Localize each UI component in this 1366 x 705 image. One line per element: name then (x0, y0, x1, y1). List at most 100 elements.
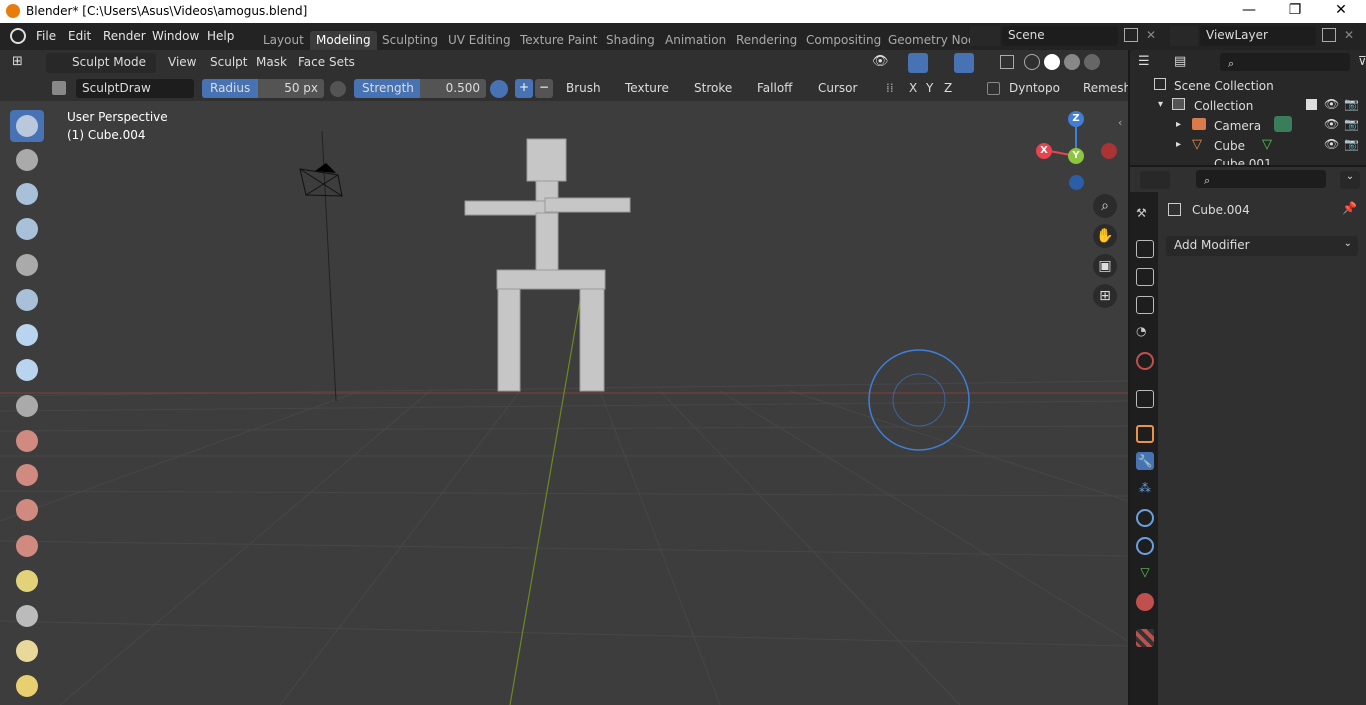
zoom-icon[interactable]: ⌕ (1093, 194, 1117, 218)
strength-pressure-icon[interactable] (490, 80, 508, 98)
scene-properties-icon[interactable]: ◔ (1136, 324, 1154, 342)
symmetry-icon[interactable]: ⁞⁞ (886, 81, 894, 95)
tab-sculpting[interactable]: Sculpting (376, 31, 444, 50)
remesh-dropdown[interactable]: Remesh (1083, 81, 1131, 95)
properties-search[interactable]: ⌕ (1196, 170, 1326, 188)
menu-file[interactable]: File (36, 29, 56, 43)
add-direction-button[interactable]: + (515, 79, 533, 98)
symmetry-y-toggle[interactable]: Y (926, 81, 933, 95)
visibility-icon[interactable]: 👁 (872, 54, 902, 72)
menu-view[interactable]: View (168, 55, 196, 69)
tool-properties-icon[interactable]: ⚒ (1136, 206, 1154, 224)
menu-mask[interactable]: Mask (256, 55, 287, 69)
tab-shading[interactable]: Shading (600, 31, 661, 50)
physics-properties-icon[interactable] (1136, 509, 1154, 527)
tool-crease[interactable] (10, 390, 44, 422)
tool-draw-sharp[interactable] (10, 144, 44, 176)
mode-selector[interactable]: Sculpt Mode (46, 53, 156, 73)
falloff-dropdown[interactable]: Falloff (757, 81, 792, 95)
mesh-data-icon[interactable]: ▽ (1262, 137, 1272, 152)
solid-shading-icon[interactable] (1044, 54, 1060, 70)
object-properties-icon[interactable] (1136, 425, 1154, 443)
3d-viewport[interactable]: User Perspective (1) Cube.004 (0, 101, 1128, 705)
tool-layer[interactable] (10, 284, 44, 316)
gizmo-z-axis[interactable]: Z (1068, 111, 1084, 127)
close-button[interactable]: ✕ (1318, 2, 1364, 18)
rendered-shading-icon[interactable] (1084, 54, 1100, 70)
tool-inflate[interactable] (10, 319, 44, 351)
particles-properties-icon[interactable]: ⁂ (1136, 481, 1154, 499)
pin-icon[interactable]: 📌 (1342, 201, 1357, 215)
modifier-properties-icon[interactable]: 🔧 (1136, 452, 1154, 470)
texture-properties-icon[interactable] (1136, 629, 1154, 647)
radius-pressure-icon[interactable] (330, 81, 346, 97)
tab-layout[interactable]: Layout (257, 31, 310, 50)
render-camera-icon[interactable]: 📷 (1344, 117, 1359, 131)
tab-modeling[interactable]: Modeling (310, 31, 377, 50)
tab-geometry-nodes[interactable]: Geometry Nod (882, 31, 982, 50)
scene-selector-icon[interactable] (970, 26, 1000, 46)
xray-icon[interactable] (1000, 55, 1014, 69)
tool-draw[interactable] (10, 110, 44, 142)
cursor-dropdown[interactable]: Cursor (818, 81, 857, 95)
output-properties-icon[interactable] (1136, 268, 1154, 286)
tool-multiplane-scrape[interactable] (10, 565, 44, 597)
menu-window[interactable]: Window (152, 29, 199, 43)
outliner-row-cube[interactable]: ▸ ▽ Cube ▽ 👁 📷 (1130, 136, 1366, 156)
menu-sculpt[interactable]: Sculpt (210, 55, 247, 69)
outliner-search[interactable]: ⌕ (1220, 53, 1350, 71)
exclude-checkbox[interactable] (1306, 99, 1317, 110)
viewlayer-selector-icon[interactable] (1170, 26, 1198, 46)
tool-fill[interactable] (10, 494, 44, 526)
gizmo-neg-x-axis[interactable] (1101, 143, 1117, 159)
tool-grab[interactable] (10, 635, 44, 667)
subtract-direction-button[interactable]: − (535, 79, 553, 98)
expand-chevron-icon[interactable]: ▾ (1158, 99, 1163, 110)
editor-type-icon[interactable]: ⊞ (8, 54, 40, 72)
texture-dropdown[interactable]: Texture (625, 81, 669, 95)
brush-name-field[interactable]: SculptDraw (76, 79, 194, 98)
expand-chevron-icon[interactable]: ▸ (1176, 119, 1181, 130)
material-shading-icon[interactable] (1064, 54, 1080, 70)
eye-icon[interactable]: 👁 (1324, 137, 1339, 151)
gizmo-y-axis[interactable]: Y (1068, 148, 1084, 164)
gizmo-toggle-icon[interactable] (908, 53, 928, 73)
expand-chevron-icon[interactable]: ▸ (1176, 139, 1181, 150)
strength-field[interactable]: Strength 0.500 (354, 79, 486, 98)
stroke-dropdown[interactable]: Stroke (694, 81, 732, 95)
camera-data-icon[interactable] (1274, 116, 1292, 132)
scene-field[interactable]: Scene (1002, 26, 1118, 46)
render-camera-icon[interactable]: 📷 (1344, 137, 1359, 151)
properties-editor-icon[interactable] (1140, 171, 1170, 189)
gizmo-neg-z-axis[interactable] (1069, 175, 1084, 190)
material-properties-icon[interactable] (1136, 593, 1154, 611)
tool-blob[interactable] (10, 354, 44, 386)
minimize-button[interactable]: — (1226, 2, 1272, 18)
add-modifier-dropdown[interactable]: Add Modifier ⌄ (1166, 236, 1358, 256)
tool-snake-hook[interactable] (10, 670, 44, 702)
eye-icon[interactable]: 👁 (1324, 117, 1339, 131)
viewlayer-field[interactable]: ViewLayer (1200, 26, 1316, 46)
dyntopo-checkbox[interactable] (987, 82, 1000, 95)
new-scene-icon[interactable] (1124, 28, 1138, 42)
world-properties-icon[interactable] (1136, 352, 1154, 370)
outliner-row-collection[interactable]: ▾ Collection 👁 📷 (1130, 96, 1366, 116)
new-viewlayer-icon[interactable] (1322, 28, 1336, 42)
brush-dropdown[interactable]: Brush (566, 81, 601, 95)
symmetry-z-toggle[interactable]: Z (944, 81, 952, 95)
overlays-toggle-icon[interactable] (954, 53, 974, 73)
remove-viewlayer-icon[interactable]: ✕ (1344, 28, 1354, 42)
tool-clay-strips[interactable] (10, 213, 44, 245)
tool-clay[interactable] (10, 178, 44, 210)
menu-edit[interactable]: Edit (68, 29, 91, 43)
ortho-grid-icon[interactable]: ⊞ (1093, 284, 1117, 308)
collection-properties-icon[interactable] (1136, 390, 1154, 408)
character-mesh[interactable] (464, 138, 631, 392)
tab-texture-paint[interactable]: Texture Paint (514, 31, 603, 50)
camera-object[interactable] (299, 163, 343, 197)
menu-render[interactable]: Render (103, 29, 146, 43)
blender-menu-icon[interactable] (10, 28, 26, 44)
restore-button[interactable]: ❐ (1272, 2, 1318, 18)
symmetry-x-toggle[interactable]: X (909, 81, 917, 95)
gizmo-x-axis[interactable]: X (1036, 143, 1052, 159)
